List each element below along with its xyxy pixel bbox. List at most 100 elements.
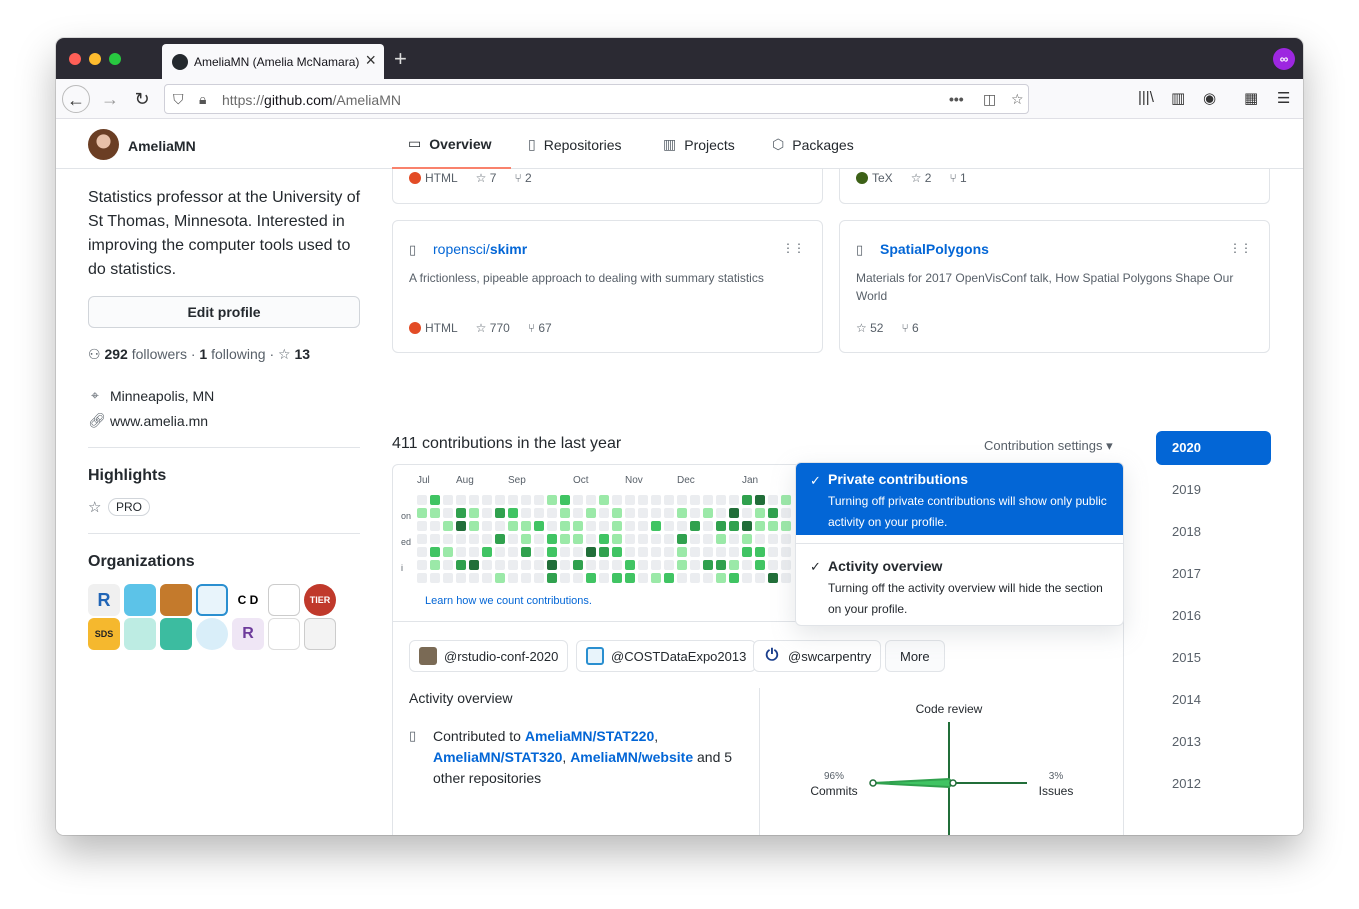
contribution-cell[interactable]: [586, 521, 596, 531]
org-avatar[interactable]: [268, 618, 300, 650]
close-window-button[interactable]: [69, 53, 81, 65]
contribution-cell[interactable]: [716, 495, 726, 505]
contribution-cell[interactable]: [716, 573, 726, 583]
contribution-cell[interactable]: [586, 547, 596, 557]
contribution-cell[interactable]: [599, 547, 609, 557]
org-avatar[interactable]: R: [232, 618, 264, 650]
contribution-cell[interactable]: [508, 534, 518, 544]
contribution-cell[interactable]: [742, 495, 752, 505]
contribution-cell[interactable]: [729, 521, 739, 531]
contribution-cell[interactable]: [690, 521, 700, 531]
org-avatar[interactable]: [268, 584, 300, 616]
contribution-settings-button[interactable]: Contribution settings ▾: [984, 438, 1113, 454]
contribution-cell[interactable]: [664, 521, 674, 531]
contribution-cell[interactable]: [612, 547, 622, 557]
org-avatar[interactable]: [124, 618, 156, 650]
contribution-cell[interactable]: [781, 508, 791, 518]
contribution-cell[interactable]: [547, 508, 557, 518]
repo-forks[interactable]: ⑂ 1: [949, 171, 966, 185]
contribution-cell[interactable]: [664, 495, 674, 505]
contribution-cell[interactable]: [456, 495, 466, 505]
contribution-cell[interactable]: [560, 508, 570, 518]
contribution-cell[interactable]: [729, 495, 739, 505]
contribution-cell[interactable]: [625, 495, 635, 505]
contribution-cell[interactable]: [560, 521, 570, 531]
contribution-cell[interactable]: [781, 521, 791, 531]
followers-link[interactable]: followers: [132, 346, 187, 362]
contribution-cell[interactable]: [664, 534, 674, 544]
contribution-cell[interactable]: [768, 495, 778, 505]
contribution-cell[interactable]: [638, 560, 648, 570]
contribution-cell[interactable]: [768, 547, 778, 557]
contribution-cell[interactable]: [612, 560, 622, 570]
contribution-cell[interactable]: [625, 560, 635, 570]
contribution-cell[interactable]: [586, 560, 596, 570]
contribution-cell[interactable]: [469, 573, 479, 583]
contribution-cell[interactable]: [690, 560, 700, 570]
contribution-cell[interactable]: [703, 534, 713, 544]
org-r-avatar[interactable]: R: [88, 584, 120, 616]
repo-link-website[interactable]: AmeliaMN/website: [570, 749, 693, 765]
repo-forks[interactable]: ⑂ 2: [514, 171, 531, 185]
contribution-cell[interactable]: [742, 508, 752, 518]
contribution-cell[interactable]: [469, 534, 479, 544]
contribution-cell[interactable]: [638, 508, 648, 518]
org-avatar[interactable]: [124, 584, 156, 616]
org-filter-chip[interactable]: ⏻ @swcarpentry: [753, 640, 882, 672]
contribution-cell[interactable]: [768, 573, 778, 583]
contribution-cell[interactable]: [768, 508, 778, 518]
contribution-cell[interactable]: [599, 521, 609, 531]
org-filter-chip[interactable]: @rstudio-conf-2020: [409, 640, 569, 672]
contribution-cell[interactable]: [755, 508, 765, 518]
contribution-cell[interactable]: [716, 521, 726, 531]
org-filter-chip[interactable]: @COSTDataExpo2013: [576, 640, 757, 672]
following-link[interactable]: following: [211, 346, 265, 362]
contribution-cell[interactable]: [742, 534, 752, 544]
contribution-cell[interactable]: [521, 521, 531, 531]
contribution-cell[interactable]: [599, 560, 609, 570]
library-icon[interactable]: |||\: [1138, 89, 1154, 106]
contribution-cell[interactable]: [430, 508, 440, 518]
contribution-cell[interactable]: [495, 495, 505, 505]
contribution-cell[interactable]: [573, 560, 583, 570]
tab-packages[interactable]: ⬡ Packages: [772, 120, 854, 169]
contribution-cell[interactable]: [508, 521, 518, 531]
contribution-cell[interactable]: [495, 573, 505, 583]
page-actions-icon[interactable]: •••: [949, 91, 964, 107]
contribution-cell[interactable]: [495, 534, 505, 544]
contribution-cell[interactable]: [521, 547, 531, 557]
contribution-cell[interactable]: [716, 547, 726, 557]
contribution-cell[interactable]: [417, 508, 427, 518]
close-tab-icon[interactable]: ×: [365, 50, 376, 71]
contribution-cell[interactable]: [612, 534, 622, 544]
drag-handle-icon[interactable]: ⋮⋮: [1229, 241, 1252, 255]
contribution-cell[interactable]: [430, 547, 440, 557]
profile-username[interactable]: AmeliaMN: [128, 138, 196, 154]
contribution-cell[interactable]: [742, 560, 752, 570]
contribution-cell[interactable]: [560, 547, 570, 557]
contribution-cell[interactable]: [456, 573, 466, 583]
contribution-cell[interactable]: [703, 508, 713, 518]
contribution-cell[interactable]: [456, 547, 466, 557]
contribution-cell[interactable]: [443, 534, 453, 544]
bookmark-star-icon[interactable]: ☆: [1011, 91, 1024, 108]
year-2012[interactable]: 2012: [1156, 767, 1271, 801]
contribution-cell[interactable]: [495, 547, 505, 557]
contribution-cell[interactable]: [716, 508, 726, 518]
contribution-cell[interactable]: [573, 495, 583, 505]
private-mask-icon[interactable]: ∞: [1273, 48, 1295, 70]
year-2019[interactable]: 2019: [1156, 473, 1271, 507]
contribution-cell[interactable]: [443, 547, 453, 557]
contribution-cell[interactable]: [612, 521, 622, 531]
contribution-cell[interactable]: [560, 534, 570, 544]
contribution-cell[interactable]: [469, 508, 479, 518]
contribution-cell[interactable]: [651, 534, 661, 544]
contribution-cell[interactable]: [443, 521, 453, 531]
contribution-cell[interactable]: [560, 560, 570, 570]
contribution-cell[interactable]: [456, 560, 466, 570]
contribution-cell[interactable]: [586, 573, 596, 583]
contribution-cell[interactable]: [560, 573, 570, 583]
contribution-cell[interactable]: [612, 573, 622, 583]
contribution-cell[interactable]: [469, 560, 479, 570]
contribution-cell[interactable]: [456, 534, 466, 544]
